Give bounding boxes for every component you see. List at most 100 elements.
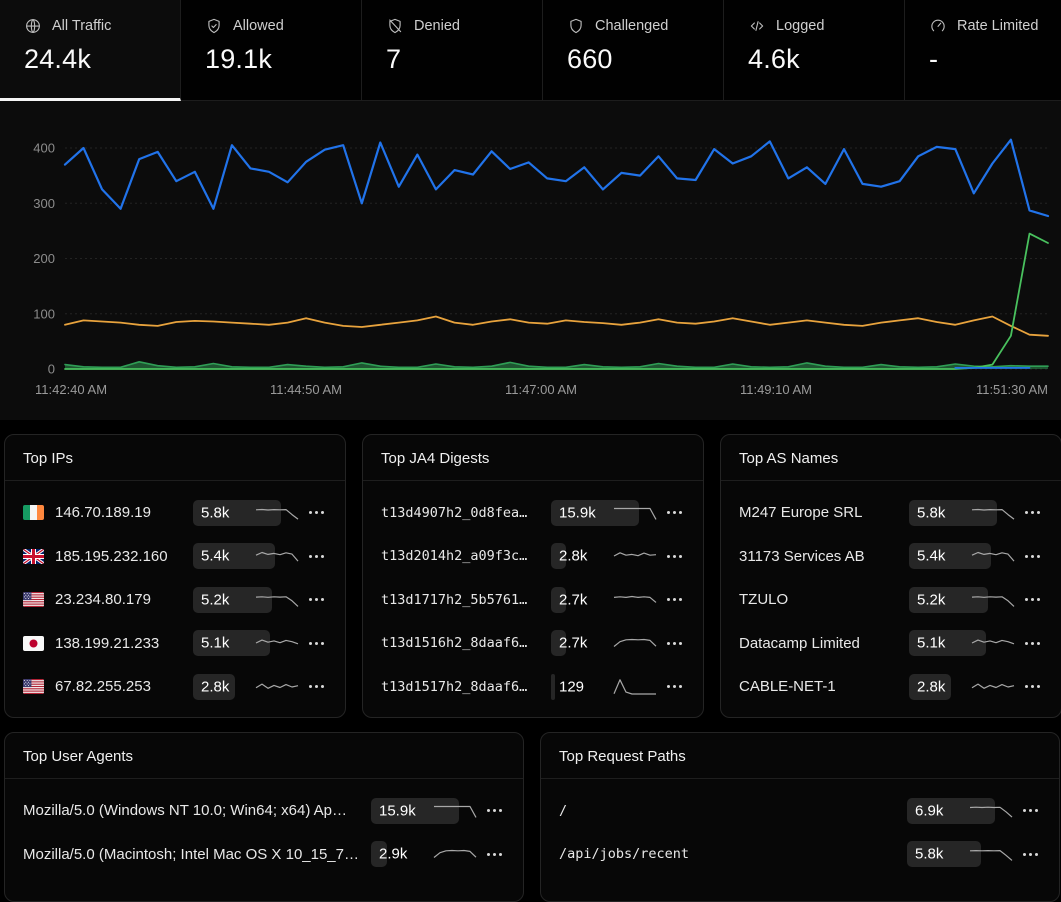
tab-label: Rate Limited bbox=[957, 18, 1038, 34]
row-sparkline bbox=[971, 590, 1015, 610]
row-label: 67.82.255.253 bbox=[23, 678, 193, 695]
card-rows: / 6.9k /api/jobs/recent 5.8k bbox=[541, 779, 1059, 882]
row-value: 5.8k bbox=[915, 846, 943, 863]
row-label-text: t13d1717h2_5b5761… bbox=[381, 592, 527, 608]
row-menu-button[interactable] bbox=[309, 503, 327, 523]
row-sparkline bbox=[613, 546, 657, 566]
row-label-text: / bbox=[559, 803, 567, 819]
row-sparkline bbox=[613, 590, 657, 610]
row-sparkline bbox=[613, 633, 657, 653]
stats-row[interactable]: 23.234.80.179 5.2k bbox=[5, 578, 345, 622]
y-axis-tick: 300 bbox=[33, 196, 55, 211]
stats-row[interactable]: t13d4907h2_0d8fea… 15.9k bbox=[363, 491, 703, 535]
stats-row[interactable]: Mozilla/5.0 (Windows NT 10.0; Win64; x64… bbox=[5, 789, 523, 833]
row-label: 23.234.80.179 bbox=[23, 591, 193, 608]
row-menu-button[interactable] bbox=[1025, 590, 1043, 610]
row-label: CABLE-NET-1 bbox=[739, 678, 909, 695]
row-value: 5.4k bbox=[201, 548, 229, 565]
row-menu-button[interactable] bbox=[487, 801, 505, 821]
row-label-text: 185.195.232.160 bbox=[55, 548, 168, 565]
tab-value: 24.4k bbox=[24, 44, 180, 75]
row-value: 15.9k bbox=[379, 802, 416, 819]
row-label: t13d4907h2_0d8fea… bbox=[381, 505, 551, 521]
row-sparkline bbox=[255, 546, 299, 566]
row-menu-button[interactable] bbox=[667, 677, 685, 697]
gauge-icon bbox=[929, 17, 947, 35]
row-label: Datacamp Limited bbox=[739, 635, 909, 652]
stats-row[interactable]: 138.199.21.233 5.1k bbox=[5, 622, 345, 666]
tab-logged[interactable]: Logged 4.6k bbox=[724, 0, 905, 101]
stats-row[interactable]: 31173 Services AB 5.4k bbox=[721, 535, 1061, 579]
tab-label: All Traffic bbox=[52, 18, 111, 34]
card-rows: 146.70.189.19 5.8k 185.195.232.160 5.4k … bbox=[5, 481, 345, 715]
stats-row[interactable]: /api/jobs/recent 5.8k bbox=[541, 833, 1059, 877]
stats-row[interactable]: 146.70.189.19 5.8k bbox=[5, 491, 345, 535]
row-menu-button[interactable] bbox=[1025, 546, 1043, 566]
card-title: Top AS Names bbox=[721, 435, 1061, 481]
tab-denied[interactable]: Denied 7 bbox=[362, 0, 543, 101]
traffic-time-series-chart: 010020030040011:42:40 AM11:44:50 AM11:47… bbox=[0, 101, 1061, 420]
stats-row[interactable]: t13d1516h2_8daaf6… 2.7k bbox=[363, 622, 703, 666]
united-kingdom-flag bbox=[23, 549, 44, 564]
stats-row[interactable]: Mozilla/5.0 (Macintosh; Intel Mac OS X 1… bbox=[5, 833, 523, 877]
row-menu-button[interactable] bbox=[309, 633, 327, 653]
row-label: /api/jobs/recent bbox=[559, 846, 907, 862]
tab-label: Challenged bbox=[595, 18, 668, 34]
stats-row[interactable]: M247 Europe SRL 5.8k bbox=[721, 491, 1061, 535]
row-menu-button[interactable] bbox=[667, 633, 685, 653]
tab-label: Allowed bbox=[233, 18, 284, 34]
tab-challenged[interactable]: Challenged 660 bbox=[543, 0, 724, 101]
stats-row[interactable]: t13d2014h2_a09f3c… 2.8k bbox=[363, 535, 703, 579]
top-stats-row-1: Top IPs 146.70.189.19 5.8k 185.195.232.1… bbox=[4, 434, 1061, 718]
shield-icon bbox=[567, 17, 585, 35]
row-sparkline bbox=[433, 844, 477, 864]
row-menu-button[interactable] bbox=[1025, 677, 1043, 697]
row-sparkline bbox=[613, 503, 657, 523]
row-menu-button[interactable] bbox=[487, 844, 505, 864]
row-sparkline bbox=[433, 801, 477, 821]
ireland-flag bbox=[23, 505, 44, 520]
row-label-text: t13d1517h2_8daaf6… bbox=[381, 679, 527, 695]
shield-check-icon bbox=[205, 17, 223, 35]
row-label: t13d1717h2_5b5761… bbox=[381, 592, 551, 608]
row-menu-button[interactable] bbox=[309, 677, 327, 697]
row-menu-button[interactable] bbox=[667, 503, 685, 523]
row-menu-button[interactable] bbox=[1025, 503, 1043, 523]
row-menu-button[interactable] bbox=[1023, 844, 1041, 864]
row-value-bar bbox=[551, 674, 555, 700]
row-sparkline bbox=[255, 633, 299, 653]
card-rows: t13d4907h2_0d8fea… 15.9k t13d2014h2_a09f… bbox=[363, 481, 703, 715]
row-menu-button[interactable] bbox=[667, 590, 685, 610]
row-label-text: t13d2014h2_a09f3c… bbox=[381, 548, 527, 564]
row-menu-button[interactable] bbox=[309, 546, 327, 566]
row-value: 2.8k bbox=[559, 548, 587, 565]
traffic-chart-panel: 010020030040011:42:40 AM11:44:50 AM11:47… bbox=[0, 101, 1061, 420]
stats-row[interactable]: TZULO 5.2k bbox=[721, 578, 1061, 622]
row-label-text: 138.199.21.233 bbox=[55, 635, 159, 652]
row-sparkline bbox=[255, 503, 299, 523]
stats-row[interactable]: Datacamp Limited 5.1k bbox=[721, 622, 1061, 666]
stats-row[interactable]: t13d1717h2_5b5761… 2.7k bbox=[363, 578, 703, 622]
stats-row[interactable]: 185.195.232.160 5.4k bbox=[5, 535, 345, 579]
x-axis-tick: 11:47:00 AM bbox=[505, 382, 577, 397]
row-label-text: Mozilla/5.0 (Windows NT 10.0; Win64; x64… bbox=[23, 802, 347, 819]
tab-allowed[interactable]: Allowed 19.1k bbox=[181, 0, 362, 101]
top-stats-row-2: Top User Agents Mozilla/5.0 (Windows NT … bbox=[4, 732, 1061, 902]
row-label-text: 23.234.80.179 bbox=[55, 591, 151, 608]
stats-row[interactable]: CABLE-NET-1 2.8k bbox=[721, 665, 1061, 709]
tab-rate-limited[interactable]: Rate Limited - bbox=[905, 0, 1061, 101]
card-rows: Mozilla/5.0 (Windows NT 10.0; Win64; x64… bbox=[5, 779, 523, 882]
row-menu-button[interactable] bbox=[309, 590, 327, 610]
stats-row[interactable]: 67.82.255.253 2.8k bbox=[5, 665, 345, 709]
row-value: 5.4k bbox=[917, 548, 945, 565]
row-label-text: 67.82.255.253 bbox=[55, 678, 151, 695]
row-menu-button[interactable] bbox=[1023, 801, 1041, 821]
logged-line bbox=[65, 317, 1048, 336]
tab-value: - bbox=[929, 44, 1061, 75]
stats-row[interactable]: t13d1517h2_8daaf6… 129 bbox=[363, 665, 703, 709]
row-menu-button[interactable] bbox=[667, 546, 685, 566]
row-label: 138.199.21.233 bbox=[23, 635, 193, 652]
tab-all-traffic[interactable]: All Traffic 24.4k bbox=[0, 0, 181, 101]
row-menu-button[interactable] bbox=[1025, 633, 1043, 653]
stats-row[interactable]: / 6.9k bbox=[541, 789, 1059, 833]
